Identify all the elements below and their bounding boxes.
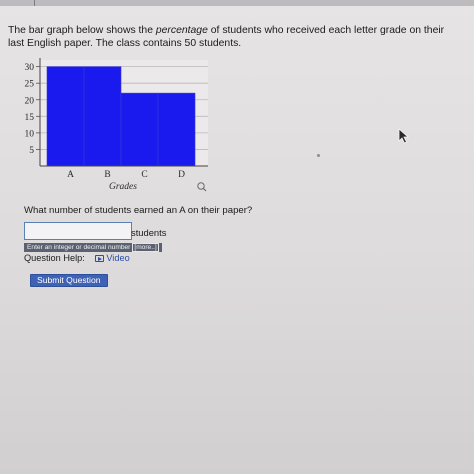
magnifier-icon[interactable] xyxy=(197,182,207,192)
x-tick-label-d: D xyxy=(178,170,185,180)
x-tick-label-b: B xyxy=(104,170,110,180)
y-tick-label: 30 xyxy=(25,63,35,73)
x-tick-label-a: A xyxy=(67,170,74,180)
video-help-link[interactable]: Video xyxy=(95,253,130,263)
bar-b xyxy=(83,66,122,167)
answer-format-hint-text: Enter an integer or decimal number xyxy=(27,244,131,251)
submit-question-button[interactable]: Submit Question xyxy=(30,274,108,287)
y-tick-label: 5 xyxy=(29,146,34,156)
y-tick-label: 25 xyxy=(25,80,35,90)
bar-a xyxy=(46,66,85,167)
play-icon xyxy=(95,255,105,262)
question-help-label: Question Help: xyxy=(24,253,85,263)
more-info-link[interactable]: [more..] xyxy=(132,243,159,252)
screen-speck xyxy=(317,154,320,157)
bar-c xyxy=(120,92,159,167)
question-text: What number of students earned an A on t… xyxy=(24,205,253,216)
video-help-label: Video xyxy=(106,253,130,263)
answer-format-hint: Enter an integer or decimal number [more.… xyxy=(24,243,162,252)
answer-unit-label: students xyxy=(131,227,167,238)
question-help: Question Help: Video xyxy=(24,253,130,263)
x-tick-label-c: C xyxy=(141,170,147,180)
grade-bar-chart: 5 10 15 20 25 30 A B C D Grades xyxy=(25,58,208,192)
y-tick-label: 15 xyxy=(25,113,35,123)
x-axis-title: Grades xyxy=(109,182,137,192)
y-tick-label: 20 xyxy=(25,96,35,106)
answer-input[interactable] xyxy=(24,222,132,240)
y-tick-label: 10 xyxy=(25,129,35,139)
bar-d xyxy=(157,92,196,167)
mouse-cursor-icon xyxy=(398,128,410,144)
